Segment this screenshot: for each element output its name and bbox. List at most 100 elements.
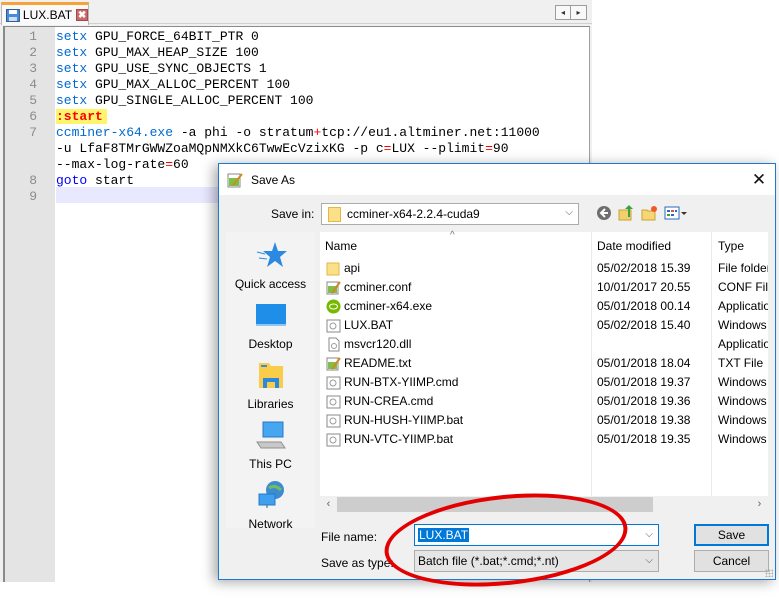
file-row[interactable]: LUX.BAT 05/02/2018 15.40 Windows Batch Fil… — [320, 316, 768, 335]
file-type: Application extension — [718, 337, 768, 351]
chevron-down-icon: ⌵ — [645, 555, 653, 566]
file-name: RUN-BTX-YIIMP.cmd — [344, 375, 459, 389]
line-number: 8 — [29, 173, 37, 188]
save-button[interactable]: Save — [694, 524, 769, 546]
file-row[interactable]: msvcr120.dll Application extension — [320, 335, 768, 354]
close-tab-icon[interactable]: ✖ — [76, 9, 88, 21]
view-menu-icon[interactable] — [664, 204, 688, 221]
code-line: ccminer-x64.exe -a phi -o stratum+tcp://… — [56, 125, 540, 141]
batch-file-icon — [326, 319, 341, 333]
column-header-type[interactable]: Type — [718, 237, 744, 255]
line-number: 9 — [29, 189, 37, 204]
scroll-left-button[interactable]: ‹ — [320, 496, 337, 513]
file-row[interactable]: RUN-BTX-YIIMP.cmd 05/01/2018 19.37 Windows… — [320, 373, 768, 392]
place-desktop[interactable]: Desktop — [226, 300, 315, 351]
dialog-title: Save As — [251, 172, 296, 187]
quick-access-icon — [256, 242, 287, 267]
file-name: LUX.BAT — [344, 318, 394, 332]
close-dialog-button[interactable]: ✕ — [749, 170, 769, 190]
line-number — [5, 141, 37, 157]
code-text: GPU_FORCE_64BIT_PTR 0 — [87, 29, 259, 44]
file-row[interactable]: ccminer.conf 10/01/2017 20.55 CONF File — [320, 278, 768, 297]
file-type: Windows Batch File — [718, 413, 768, 427]
scroll-right-button[interactable]: › — [751, 496, 768, 513]
file-type: Windows Batch File — [718, 318, 768, 332]
file-type: Windows Batch File — [718, 432, 768, 446]
new-folder-icon[interactable] — [641, 204, 658, 221]
chevron-down-icon[interactable]: ⌵ — [645, 529, 653, 540]
file-date: 05/01/2018 19.37 — [597, 375, 691, 389]
folder-icon — [328, 206, 341, 222]
code-line: setx GPU_SINGLE_ALLOC_PERCENT 100 — [56, 93, 313, 109]
code-keyword: setx — [56, 93, 88, 108]
line-number: 1 — [29, 29, 37, 44]
file-date: 05/01/2018 18.04 — [597, 356, 691, 370]
file-type: Application — [718, 299, 768, 313]
tab-scroll-left-button[interactable]: ◂ — [555, 5, 571, 20]
resize-grip[interactable] — [765, 569, 773, 577]
file-row[interactable]: RUN-CREA.cmd 05/01/2018 19.36 Windows Comm… — [320, 392, 768, 411]
file-list[interactable]: ^ Name Date modified Type api 05/02/2018 … — [320, 230, 768, 496]
code-keyword: setx — [56, 45, 88, 60]
file-type: Windows Command Script — [718, 375, 768, 389]
horizontal-scrollbar[interactable]: ‹ › — [320, 496, 768, 513]
folder-file-icon — [326, 262, 340, 276]
code-text: LUX --plimit — [391, 141, 486, 156]
save-as-type-label: Save as type: — [321, 556, 394, 570]
code-text: tcp://eu1.altminer.net:11000 — [321, 125, 540, 140]
code-line: -u LfaF8TMrGWWZoaMQpNMXkC6TwwEcVzixKG -p… — [56, 141, 509, 157]
file-name: api — [344, 261, 361, 275]
batch-file-icon — [326, 433, 341, 447]
file-type: File folder — [718, 261, 768, 275]
file-date: 05/02/2018 15.40 — [597, 318, 691, 332]
place-libraries[interactable]: Libraries — [226, 360, 315, 411]
code-text: GPU_MAX_ALLOC_PERCENT 100 — [87, 77, 291, 92]
tab-lux-bat[interactable]: LUX.BAT ✖ — [1, 2, 89, 25]
code-text: GPU_SINGLE_ALLOC_PERCENT 100 — [87, 93, 314, 108]
nvidia-file-icon — [326, 299, 341, 314]
dialog-title-bar[interactable]: Save As ✕ — [219, 164, 775, 195]
file-row[interactable]: README.txt 05/01/2018 18.04 TXT File — [320, 354, 768, 373]
code-keyword: setx — [56, 77, 88, 92]
place-this-pc[interactable]: This PC — [226, 420, 315, 471]
nav-toolbar — [595, 204, 688, 221]
line-number: 7 — [29, 125, 37, 140]
save-as-dialog: Save As ✕ Save in: ccminer-x64-2.2.4-cud… — [218, 163, 776, 580]
file-row[interactable]: ccminer-x64.exe 05/01/2018 00.14 Applicati… — [320, 297, 768, 316]
code-line: setx GPU_USE_SYNC_OBJECTS 1 — [56, 61, 267, 77]
file-name: RUN-CREA.cmd — [344, 394, 434, 408]
place-label: This PC — [249, 457, 292, 471]
line-number: 6 — [29, 109, 37, 124]
line-number: 5 — [29, 93, 37, 108]
dll-file-icon — [328, 337, 340, 352]
back-icon[interactable] — [595, 204, 612, 221]
save-as-type-value: Batch file (*.bat;*.cmd;*.nt) — [418, 554, 559, 568]
scrollbar-thumb[interactable] — [337, 497, 653, 512]
code-text: GPU_USE_SYNC_OBJECTS 1 — [87, 61, 267, 76]
file-name: ccminer.conf — [344, 280, 412, 294]
column-header-date[interactable]: Date modified — [597, 237, 671, 255]
place-network[interactable]: Network — [226, 480, 315, 531]
place-quick-access[interactable]: Quick access — [226, 240, 315, 291]
up-folder-icon[interactable] — [618, 204, 635, 221]
code-label: :start — [56, 109, 107, 124]
cancel-button[interactable]: Cancel — [694, 550, 769, 572]
file-row[interactable]: RUN-HUSH-YIIMP.bat 05/01/2018 19.38 Window… — [320, 411, 768, 430]
file-date: 05/02/2018 15.39 — [597, 261, 691, 275]
file-date: 05/01/2018 19.35 — [597, 432, 691, 446]
code-line: setx GPU_MAX_HEAP_SIZE 100 — [56, 45, 259, 61]
file-name-input[interactable]: LUX.BAT ⌵ — [414, 524, 659, 546]
save-as-type-select[interactable]: Batch file (*.bat;*.cmd;*.nt) ⌵ — [414, 550, 659, 572]
saved-file-icon — [6, 8, 20, 22]
code-text: GPU_MAX_HEAP_SIZE 100 — [87, 45, 259, 60]
column-header-name[interactable]: Name — [325, 237, 357, 255]
save-in-dropdown[interactable]: ccminer-x64-2.2.4-cuda9 ⌵ — [321, 203, 579, 225]
file-row[interactable]: RUN-VTC-YIIMP.bat 05/01/2018 19.35 Windows… — [320, 430, 768, 449]
file-name: RUN-HUSH-YIIMP.bat — [344, 413, 464, 427]
file-name: RUN-VTC-YIIMP.bat — [344, 432, 454, 446]
code-line: setx GPU_FORCE_64BIT_PTR 0 — [56, 29, 259, 45]
file-row[interactable]: api 05/02/2018 15.39 File folder — [320, 259, 768, 278]
code-keyword: ccminer-x64.exe — [56, 125, 174, 140]
code-line: --max-log-rate=60 — [56, 157, 189, 173]
tab-scroll-right-button[interactable]: ▸ — [571, 5, 587, 20]
